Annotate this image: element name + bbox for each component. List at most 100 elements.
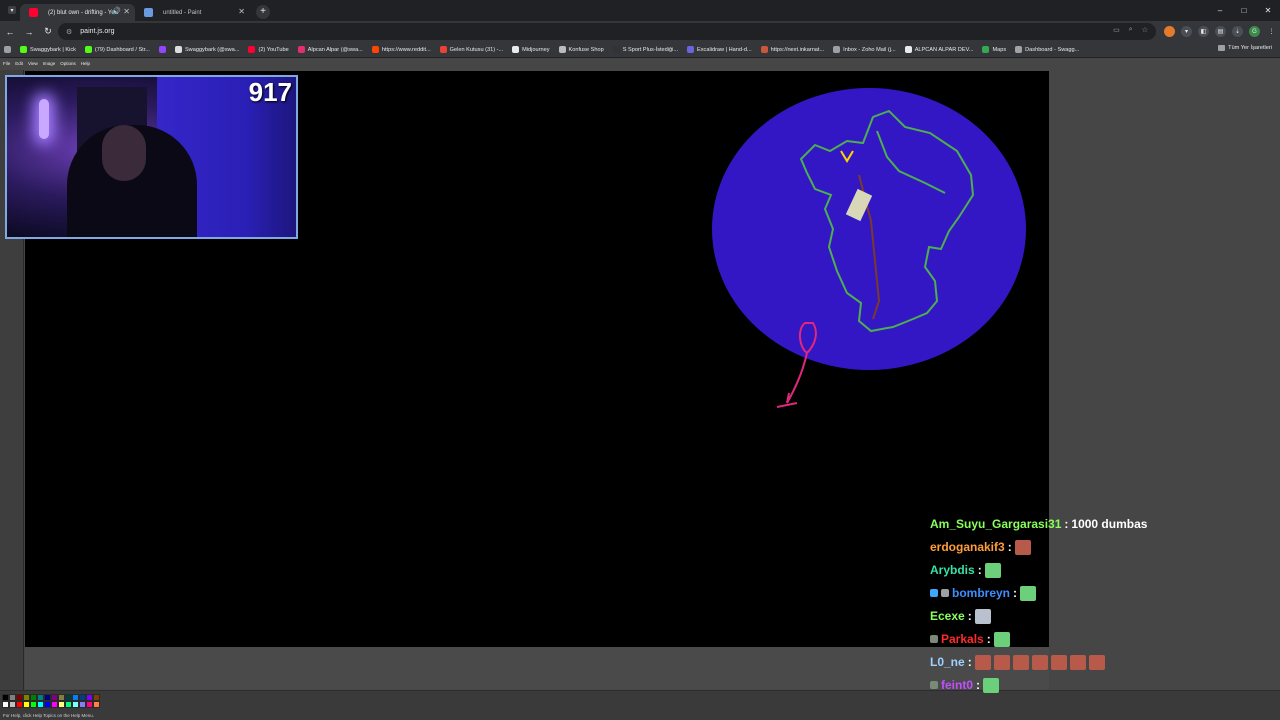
palette-swatch[interactable] [2,701,9,708]
all-bookmarks-button[interactable]: Tüm Yer İşaretleri [1218,45,1272,51]
palette-swatch[interactable] [79,701,86,708]
youtube-favicon-icon [29,8,38,17]
bookmark-item[interactable] [158,46,166,53]
palette-swatch[interactable] [2,694,9,701]
extensions-area: ▾ ◧ ▤ ⇣ G ⋮ [1164,24,1277,39]
emote-icon [974,654,991,670]
palette-swatch[interactable] [9,701,16,708]
downloads-icon[interactable]: ⇣ [1232,26,1243,37]
emote-icon [974,608,991,624]
color-palette [0,690,1280,712]
tab-paint[interactable]: untitled - Paint ✕ [135,4,250,21]
emote-icon [984,562,1001,578]
emote-icon [1088,654,1105,670]
extension-icon[interactable]: ▾ [1181,26,1192,37]
bookmark-item[interactable]: Gelen Kutusu (31) -... [439,46,503,53]
reddit-icon [371,46,379,53]
chat-username: feint0 [941,678,974,692]
palette-swatch[interactable] [23,694,30,701]
extension-icon[interactable] [1164,26,1175,37]
x-icon [174,46,182,53]
palette-swatch[interactable] [58,694,65,701]
bookmark-item[interactable]: (79) Dashboard / Str... [84,46,150,53]
bookmark-item[interactable]: Dashboard - Swagg... [1015,46,1079,53]
speaker-icon[interactable]: 🔊 [112,7,121,15]
bookmark-item[interactable]: Inbox - Zoho Mail (j... [833,46,896,53]
chat-message: Ecexe: [930,606,991,626]
palette-swatch[interactable] [16,701,23,708]
paint-favicon-icon [144,8,153,17]
folder-icon [1218,45,1226,51]
lamp-light [39,99,49,139]
palette-swatch[interactable] [65,701,72,708]
chat-separator: : [986,632,991,646]
palette-swatch[interactable] [86,701,93,708]
window-controls: – □ ✕ [1208,0,1280,21]
status-bar: For Help, click Help Topics on the Help … [0,712,1280,720]
palette-swatch[interactable] [79,694,86,701]
site-info-icon[interactable]: ⚙ [66,28,72,36]
bookmark-item[interactable]: ALPCAN ALPAR DEV... [904,46,973,53]
reload-icon[interactable]: ↻ [39,23,57,41]
tab-search-icon[interactable]: ▾ [8,6,16,14]
new-tab-button[interactable]: + [256,4,270,19]
chat-separator: : [1013,586,1018,600]
extensions-puzzle-icon[interactable]: ◧ [1198,26,1209,37]
menu-dots-icon[interactable]: ⋮ [1266,26,1277,37]
palette-swatch[interactable] [30,701,37,708]
profile-avatar[interactable]: G [1249,26,1260,37]
bookmark-item[interactable]: Maps [982,46,1006,53]
bookmark-star-icon[interactable]: ☆ [1142,26,1148,34]
bookmark-item[interactable]: Swaggybark (@swa... [174,46,239,53]
menu-image[interactable]: Image [43,61,56,71]
maximize-icon[interactable]: □ [1232,0,1256,21]
palette-swatch[interactable] [37,701,44,708]
bookmark-item[interactable]: Konfuse Shop [558,46,604,53]
close-window-icon[interactable]: ✕ [1256,0,1280,21]
palette-swatch[interactable] [23,701,30,708]
bookmark-item[interactable]: Alpcan Alpar (@swa... [297,46,363,53]
palette-swatch[interactable] [86,694,93,701]
bookmark-item[interactable]: Excalidraw | Hand-d... [687,46,752,53]
sidebar-icon[interactable]: ▤ [1215,26,1226,37]
palette-swatch[interactable] [9,694,16,701]
palette-swatch[interactable] [93,701,100,708]
tab-youtube[interactable]: (2) blut own - drifting - You 🔊 ✕ [20,4,135,21]
bookmark-item[interactable]: https://www.reddit... [371,46,431,53]
palette-swatch[interactable] [51,701,58,708]
url-text: paint.js.org [80,28,115,35]
minimize-icon[interactable]: – [1208,0,1232,21]
bookmark-item[interactable]: S Sport Plus-İstediği... [612,46,678,53]
zoom-icon[interactable]: ⌕ [1129,26,1133,34]
palette-swatch[interactable] [44,701,51,708]
bookmark-item[interactable]: Midjourney [512,46,550,53]
palette-swatch[interactable] [93,694,100,701]
canvas-area-below [25,647,1049,689]
palette-swatch[interactable] [51,694,58,701]
close-tab-icon[interactable]: ✕ [238,7,245,16]
menu-options[interactable]: Options [60,61,76,71]
palette-swatch[interactable] [65,694,72,701]
palette-swatch[interactable] [30,694,37,701]
palette-swatch[interactable] [44,694,51,701]
bookmark-item[interactable]: (2) YouTube [248,46,289,53]
apps-grid-icon[interactable] [4,46,11,53]
palette-swatch[interactable] [16,694,23,701]
chat-badge-icon [930,635,938,643]
palette-swatch[interactable] [37,694,44,701]
address-bar[interactable]: ⚙ paint.js.org ▭ ⌕ ☆ [58,23,1156,40]
excalidraw-icon [687,46,695,53]
forward-icon[interactable]: → [20,23,38,41]
bookmark-item[interactable]: https://next.inkarnat... [760,46,824,53]
palette-swatch[interactable] [72,701,79,708]
chat-message: erdoganakif3: [930,537,1031,557]
back-icon[interactable]: ← [1,23,19,41]
menu-help[interactable]: Help [81,61,90,71]
palette-swatch[interactable] [58,701,65,708]
install-app-icon[interactable]: ▭ [1113,26,1120,34]
menu-view[interactable]: View [28,61,38,71]
palette-swatch[interactable] [72,694,79,701]
bookmark-item[interactable]: Swaggybark | Kick [20,46,76,53]
close-tab-icon[interactable]: ✕ [123,7,130,16]
chat-username: bombreyn [952,586,1011,600]
